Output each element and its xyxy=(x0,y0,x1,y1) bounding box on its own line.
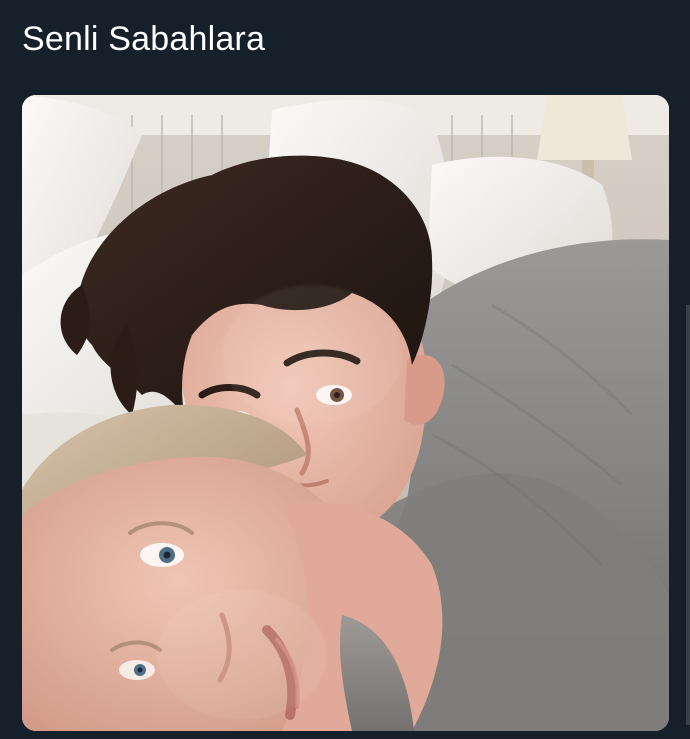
post-text: Senli Sabahlara xyxy=(22,20,266,58)
post-photo[interactable] xyxy=(22,95,669,731)
scrollbar[interactable] xyxy=(686,305,690,725)
photo-icon xyxy=(22,95,669,731)
